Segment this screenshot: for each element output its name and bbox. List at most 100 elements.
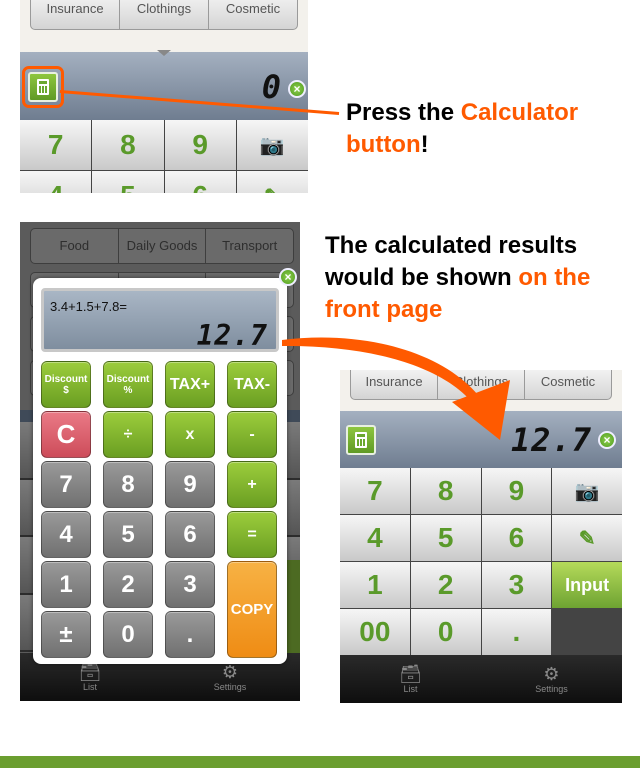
calc-button-equals[interactable]: =: [227, 511, 277, 558]
amount-display: 0 ×: [20, 50, 308, 120]
key-3[interactable]: 3: [481, 562, 552, 608]
calculator-icon: [355, 432, 367, 448]
keypad: 7 8 9 📷 4 5 6 ✎: [20, 120, 308, 193]
highlight-ring: [22, 66, 64, 108]
category-row: Food Daily Goods Transport: [30, 228, 294, 264]
amount-display: 12.7 ×: [340, 411, 622, 468]
tab-label: List: [403, 684, 418, 694]
calc-button-plus[interactable]: +: [227, 461, 277, 508]
close-popup-button[interactable]: ×: [279, 268, 297, 286]
memo-icon: ✎: [578, 527, 596, 550]
tab-settings[interactable]: ⚙ Settings: [481, 655, 622, 703]
calc-button-1[interactable]: 1: [41, 561, 91, 608]
calc-button-9[interactable]: 9: [165, 461, 215, 508]
calc-button-discount[interactable]: Discount%: [103, 361, 153, 408]
category-food[interactable]: Food: [31, 229, 119, 263]
calc-button-divide[interactable]: ÷: [103, 411, 153, 458]
callout-highlight: Calculator: [460, 99, 579, 126]
camera-button[interactable]: 📷: [236, 120, 308, 170]
calc-button-discount[interactable]: Discount $: [41, 361, 91, 408]
callout-highlight: button: [346, 131, 421, 158]
calc-button-2[interactable]: 2: [103, 561, 153, 608]
calc-button-multiply[interactable]: x: [165, 411, 215, 458]
input-button[interactable]: Input: [552, 562, 622, 608]
tab-label: List: [82, 682, 97, 692]
callout-text: Press the: [346, 99, 461, 126]
calculator-expression: 3.4+1.5+7.8=: [50, 299, 127, 314]
clear-icon[interactable]: ×: [288, 80, 306, 98]
calc-button-7[interactable]: 7: [41, 461, 91, 508]
calc-button-copy[interactable]: COPY: [227, 561, 277, 658]
key-8[interactable]: 8: [410, 468, 481, 514]
screenshot-front-page: Insurance Clothings Cosmetic 12.7 × 7 8 …: [340, 370, 622, 703]
tab-label: Settings: [213, 682, 247, 692]
key-7[interactable]: 7: [20, 120, 92, 170]
calculator-button[interactable]: [346, 425, 376, 455]
category-daily-goods[interactable]: Daily Goods: [119, 229, 207, 263]
key-6[interactable]: 6: [164, 171, 236, 193]
category-insurance[interactable]: Insurance: [31, 0, 120, 29]
key-4[interactable]: 4: [20, 171, 92, 193]
calc-button-0[interactable]: 0: [103, 611, 153, 658]
footer-bar: [0, 756, 640, 768]
list-drawer-icon: 🗃: [78, 662, 102, 682]
key-1[interactable]: 1: [340, 562, 410, 608]
memo-button[interactable]: ✎: [552, 515, 622, 561]
camera-icon: 📷: [259, 134, 285, 157]
calc-button-c[interactable]: C: [41, 411, 91, 458]
key-6[interactable]: 6: [481, 515, 552, 561]
camera-button[interactable]: 📷: [552, 468, 622, 514]
calc-button-6[interactable]: 6: [165, 511, 215, 558]
calc-button-minus[interactable]: -: [227, 411, 277, 458]
category-insurance[interactable]: Insurance: [351, 370, 438, 399]
calc-button-4[interactable]: 4: [41, 511, 91, 558]
collapse-notch-icon[interactable]: [157, 50, 171, 56]
key-4[interactable]: 4: [340, 515, 410, 561]
close-icon: ×: [284, 270, 292, 284]
key-5[interactable]: 5: [410, 515, 481, 561]
clear-icon[interactable]: ×: [598, 431, 616, 449]
key-9[interactable]: 9: [164, 120, 236, 170]
amount-value: 12.7: [510, 421, 592, 459]
memo-button[interactable]: ✎: [236, 171, 308, 194]
calculator-buttons: Discount $ Discount% TAX+ TAX- C ÷ x - 7 8 9 +4 5 6 = 1 2…: [41, 361, 279, 658]
category-bar: Insurance Clothings Cosmetic: [350, 370, 612, 400]
category-cosmetic[interactable]: Cosmetic: [525, 370, 611, 399]
tab-list[interactable]: 🗃 List: [340, 655, 481, 703]
category-clothings[interactable]: Clothings: [120, 0, 209, 29]
category-bar: Insurance Clothings Cosmetic: [20, 0, 308, 52]
key-7[interactable]: 7: [340, 468, 410, 514]
screenshot-calculator-button: Insurance Clothings Cosmetic 0 × 7 8 9 📷…: [20, 0, 308, 193]
keypad: 7 8 9 📷 4 5 6 ✎ 1 2 3 Input 00 0 .: [340, 468, 622, 655]
list-drawer-icon: 🗃: [399, 664, 422, 684]
category-clothings[interactable]: Clothings: [438, 370, 525, 399]
tab-label: Settings: [535, 684, 568, 694]
calc-button-tax[interactable]: TAX+: [165, 361, 215, 408]
callout-results-front-page: The calculated results would be shown on…: [325, 230, 640, 326]
key-2[interactable]: 2: [410, 562, 481, 608]
calc-button-8[interactable]: 8: [103, 461, 153, 508]
key-5[interactable]: 5: [92, 171, 164, 193]
calc-button-decimal[interactable]: .: [165, 611, 215, 658]
calc-button-3[interactable]: 3: [165, 561, 215, 608]
tab-bar: 🗃 List ⚙ Settings: [340, 655, 622, 703]
calc-button-plus-minus[interactable]: ±: [41, 611, 91, 658]
amount-value: 0: [261, 68, 282, 106]
calculator-result: 12.7: [196, 319, 268, 352]
calc-button-5[interactable]: 5: [103, 511, 153, 558]
calc-button-tax[interactable]: TAX-: [227, 361, 277, 408]
memo-icon: ✎: [264, 184, 281, 194]
gear-icon: ⚙: [221, 662, 239, 682]
camera-icon: 📷: [574, 480, 600, 503]
gear-icon: ⚙: [543, 664, 560, 684]
calculator-lcd: 3.4+1.5+7.8= 12.7: [41, 288, 279, 352]
key-0[interactable]: 0: [410, 609, 481, 655]
category-transport[interactable]: Transport: [206, 229, 293, 263]
key-00[interactable]: 00: [340, 609, 410, 655]
key-8[interactable]: 8: [92, 120, 164, 170]
category-cosmetic[interactable]: Cosmetic: [209, 0, 297, 29]
callout-press-calculator: Press the Calculator button!: [346, 97, 578, 161]
key-9[interactable]: 9: [481, 468, 552, 514]
calculator-popup: 3.4+1.5+7.8= 12.7 × Discount $ Discount% TA…: [33, 268, 297, 664]
key-decimal[interactable]: .: [481, 609, 552, 655]
